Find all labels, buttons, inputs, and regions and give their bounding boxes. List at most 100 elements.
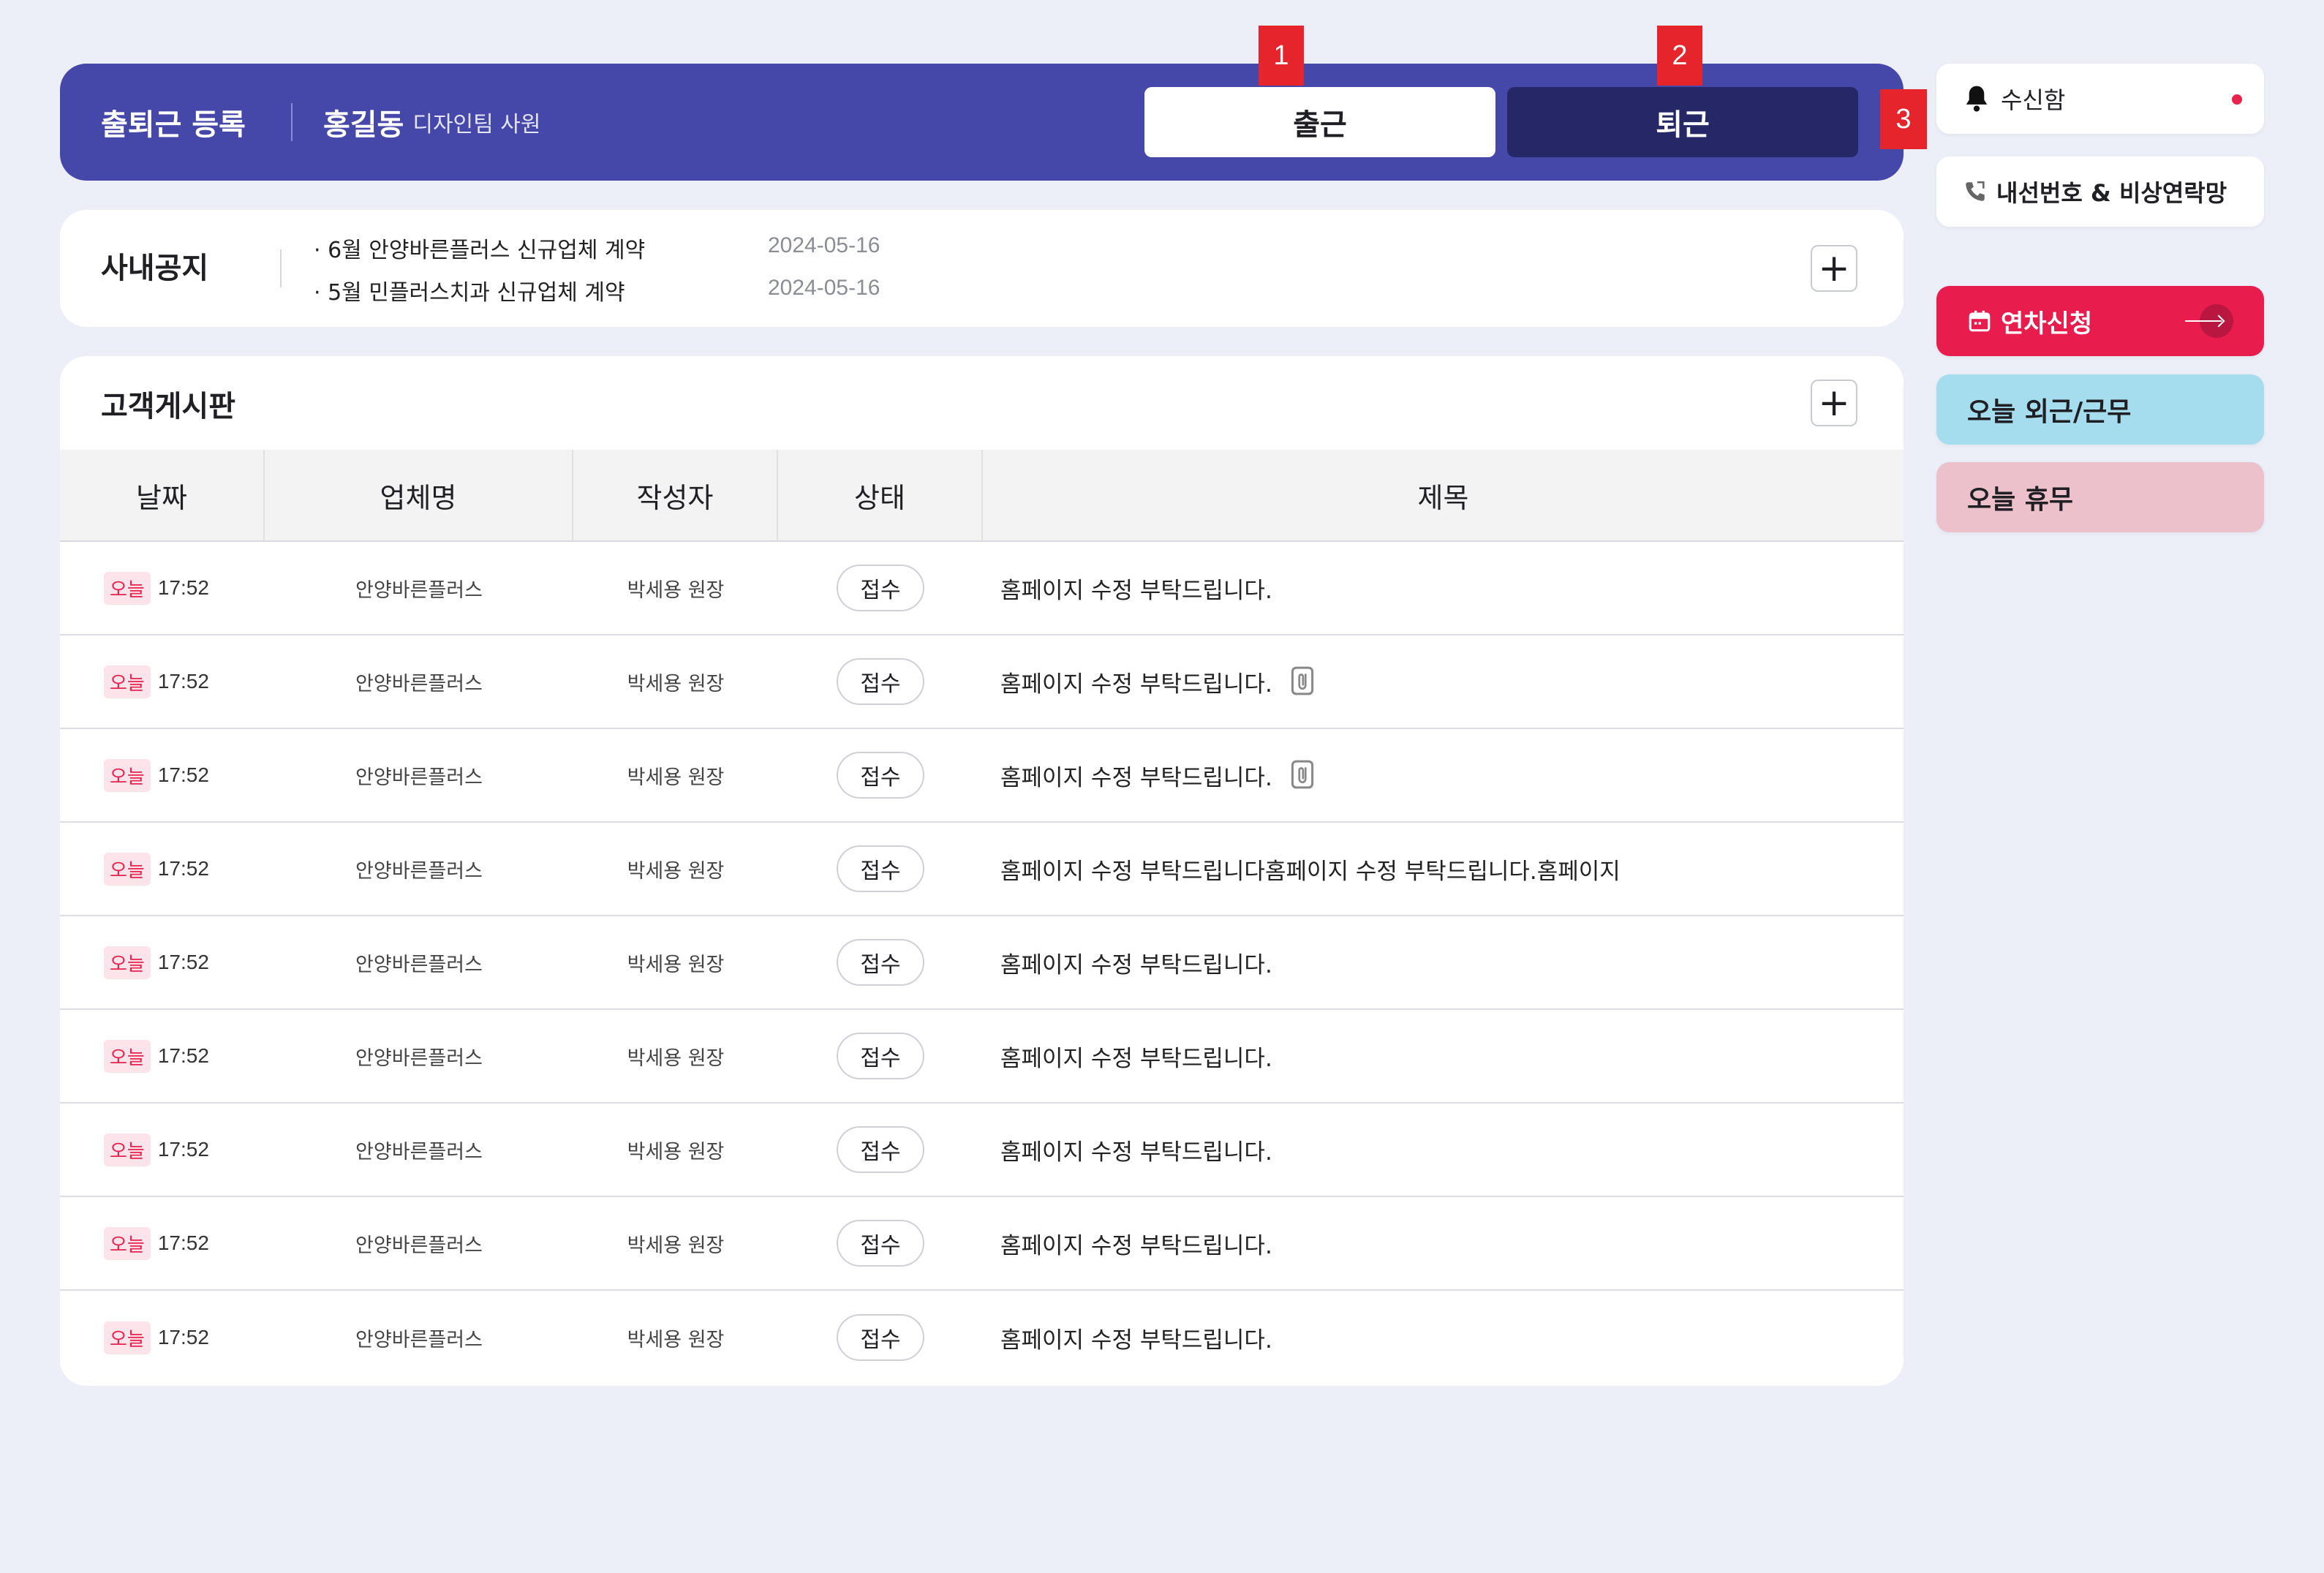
today-badge: 오늘 bbox=[104, 1321, 151, 1354]
today-badge: 오늘 bbox=[104, 758, 151, 792]
table-row[interactable]: 오늘 17:52 안양바른플러스 박세용 원장 접수 홈페이지 수정 부탁드립니다. bbox=[60, 1104, 1904, 1197]
status-badge: 접수 bbox=[837, 565, 924, 611]
date-cell: 오늘 17:52 bbox=[60, 822, 265, 916]
attachment-icon[interactable] bbox=[1290, 759, 1316, 791]
notice-date: 2024-05-16 bbox=[768, 276, 880, 300]
column-header-status[interactable]: 상태 bbox=[778, 450, 983, 540]
status-badge: 접수 bbox=[837, 1220, 924, 1267]
subject-text: 홈페이지 수정 부탁드립니다. bbox=[1000, 1232, 1272, 1259]
status-badge: 접수 bbox=[837, 1314, 924, 1361]
table-row[interactable]: 오늘 17:52 안양바른플러스 박세용 원장 접수 홈페이지 수정 부탁드립니다. bbox=[60, 729, 1904, 823]
column-header-subject[interactable]: 제목 bbox=[983, 450, 1904, 540]
writer-cell: 박세용 원장 bbox=[627, 1328, 725, 1351]
bell-icon bbox=[1966, 86, 1988, 112]
writer-cell: 박세용 원장 bbox=[627, 1234, 725, 1257]
status-cell: 접수 bbox=[778, 1291, 983, 1384]
time-text: 17:52 bbox=[157, 951, 209, 973]
status-badge: 접수 bbox=[837, 939, 924, 986]
clock-out-button[interactable]: 퇴근 bbox=[1507, 87, 1858, 157]
company-cell: 안양바른플러스 bbox=[355, 1046, 483, 1070]
subject-text: 홈페이지 수정 부탁드립니다. bbox=[1000, 1045, 1272, 1072]
company-cell: 안양바른플러스 bbox=[355, 766, 483, 789]
column-header-company[interactable]: 업체명 bbox=[265, 450, 573, 540]
leave-request-label: 연차신청 bbox=[2001, 309, 2093, 339]
notice-date: 2024-05-16 bbox=[768, 233, 880, 257]
today-outwork-label: 오늘 외근/근무 bbox=[1967, 397, 2132, 427]
table-row[interactable]: 오늘 17:52 안양바른플러스 박세용 원장 접수 홈페이지 수정 부탁드립니다. bbox=[60, 1291, 1904, 1384]
table-body: 오늘 17:52 안양바른플러스 박세용 원장 접수 홈페이지 수정 부탁드립니다. 오늘 1… bbox=[60, 542, 1904, 1384]
inbox-label: 수신함 bbox=[2001, 86, 2066, 114]
date-cell: 오늘 17:52 bbox=[60, 1009, 265, 1103]
subject-cell[interactable]: 홈페이지 수정 부탁드립니다. bbox=[983, 1291, 1272, 1384]
status-cell: 접수 bbox=[778, 635, 983, 728]
status-cell: 접수 bbox=[778, 1196, 983, 1290]
divider bbox=[280, 249, 282, 287]
time-text: 17:52 bbox=[157, 763, 209, 786]
today-outwork-button[interactable]: 오늘 외근/근무 bbox=[1936, 374, 2264, 445]
notice-title: 사내공지 bbox=[101, 252, 209, 285]
subject-text: 홈페이지 수정 부탁드립니다. bbox=[1000, 1139, 1272, 1166]
plus-icon: + bbox=[1818, 381, 1850, 425]
phone-icon bbox=[1966, 181, 1985, 201]
writer-cell: 박세용 원장 bbox=[627, 859, 725, 883]
today-dayoff-button[interactable]: 오늘 휴무 bbox=[1936, 462, 2264, 532]
contacts-label: 내선번호 & 비상연락망 bbox=[1996, 179, 2227, 207]
status-badge: 접수 bbox=[837, 658, 924, 705]
divider bbox=[290, 103, 293, 141]
notice-item[interactable]: · 5월 민플러스치과 신규업체 계약 bbox=[314, 274, 625, 306]
table-row[interactable]: 오늘 17:52 안양바른플러스 박세용 원장 접수 홈페이지 수정 부탁드립니다. bbox=[60, 635, 1904, 729]
table-row[interactable]: 오늘 17:52 안양바른플러스 박세용 원장 접수 홈페이지 수정 부탁드립니다. bbox=[60, 1197, 1904, 1291]
today-badge: 오늘 bbox=[104, 571, 151, 605]
marker-2: 2 bbox=[1657, 26, 1702, 86]
writer-cell: 박세용 원장 bbox=[627, 1046, 725, 1070]
time-text: 17:52 bbox=[157, 1326, 209, 1348]
subject-cell[interactable]: 홈페이지 수정 부탁드립니다. bbox=[983, 728, 1316, 822]
column-header-date[interactable]: 날짜 bbox=[60, 450, 265, 540]
subject-cell[interactable]: 홈페이지 수정 부탁드립니다홈페이지 수정 부탁드립니다.홈페이지 bbox=[983, 822, 1621, 916]
user-name: 홍길동 bbox=[322, 108, 404, 142]
time-text: 17:52 bbox=[157, 1138, 209, 1161]
subject-cell[interactable]: 홈페이지 수정 부탁드립니다. bbox=[983, 916, 1272, 1009]
attachment-icon[interactable] bbox=[1290, 665, 1316, 698]
user-dept: 디자인팀 사원 bbox=[412, 112, 541, 137]
time-text: 17:52 bbox=[157, 1044, 209, 1067]
status-badge: 접수 bbox=[837, 845, 924, 892]
attendance-title: 출퇴근 등록 bbox=[101, 108, 246, 142]
date-cell: 오늘 17:52 bbox=[60, 728, 265, 822]
leave-request-button[interactable]: 연차신청 bbox=[1936, 286, 2264, 356]
company-cell: 안양바른플러스 bbox=[355, 1140, 483, 1163]
time-text: 17:52 bbox=[157, 1231, 209, 1254]
subject-cell[interactable]: 홈페이지 수정 부탁드립니다. bbox=[983, 1009, 1272, 1103]
notice-more-button[interactable]: + bbox=[1811, 245, 1857, 292]
status-cell: 접수 bbox=[778, 916, 983, 1009]
subject-cell[interactable]: 홈페이지 수정 부탁드립니다. bbox=[983, 635, 1316, 728]
subject-cell[interactable]: 홈페이지 수정 부탁드립니다. bbox=[983, 1196, 1272, 1290]
company-cell: 안양바른플러스 bbox=[355, 1328, 483, 1351]
subject-text: 홈페이지 수정 부탁드립니다. bbox=[1000, 671, 1272, 698]
board-more-button[interactable]: + bbox=[1811, 380, 1857, 426]
notice-item[interactable]: · 6월 안양바른플러스 신규업체 계약 bbox=[314, 232, 645, 264]
contacts-button[interactable]: 내선번호 & 비상연락망 bbox=[1936, 156, 2264, 227]
status-cell: 접수 bbox=[778, 541, 983, 635]
unread-dot bbox=[2232, 94, 2242, 105]
clock-in-button[interactable]: 출근 bbox=[1144, 87, 1495, 157]
column-header-writer[interactable]: 작성자 bbox=[573, 450, 778, 540]
table-row[interactable]: 오늘 17:52 안양바른플러스 박세용 원장 접수 홈페이지 수정 부탁드립니다. bbox=[60, 916, 1904, 1010]
marker-1: 1 bbox=[1259, 26, 1304, 86]
table-row[interactable]: 오늘 17:52 안양바른플러스 박세용 원장 접수 홈페이지 수정 부탁드립니다. bbox=[60, 1010, 1904, 1104]
table-row[interactable]: 오늘 17:52 안양바른플러스 박세용 원장 접수 홈페이지 수정 부탁드립니다홈페이지… bbox=[60, 823, 1904, 916]
time-text: 17:52 bbox=[157, 576, 209, 599]
inbox-button[interactable]: 수신함 bbox=[1936, 64, 2264, 134]
today-badge: 오늘 bbox=[104, 1133, 151, 1166]
subject-cell[interactable]: 홈페이지 수정 부탁드립니다. bbox=[983, 541, 1272, 635]
today-badge: 오늘 bbox=[104, 1226, 151, 1260]
subject-cell[interactable]: 홈페이지 수정 부탁드립니다. bbox=[983, 1103, 1272, 1196]
status-cell: 접수 bbox=[778, 822, 983, 916]
table-header: 날짜 업체명 작성자 상태 제목 bbox=[60, 450, 1904, 542]
date-cell: 오늘 17:52 bbox=[60, 1103, 265, 1196]
company-cell: 안양바른플러스 bbox=[355, 578, 483, 602]
status-cell: 접수 bbox=[778, 1009, 983, 1103]
table-row[interactable]: 오늘 17:52 안양바른플러스 박세용 원장 접수 홈페이지 수정 부탁드립니다. bbox=[60, 542, 1904, 635]
writer-cell: 박세용 원장 bbox=[627, 953, 725, 976]
company-cell: 안양바른플러스 bbox=[355, 859, 483, 883]
